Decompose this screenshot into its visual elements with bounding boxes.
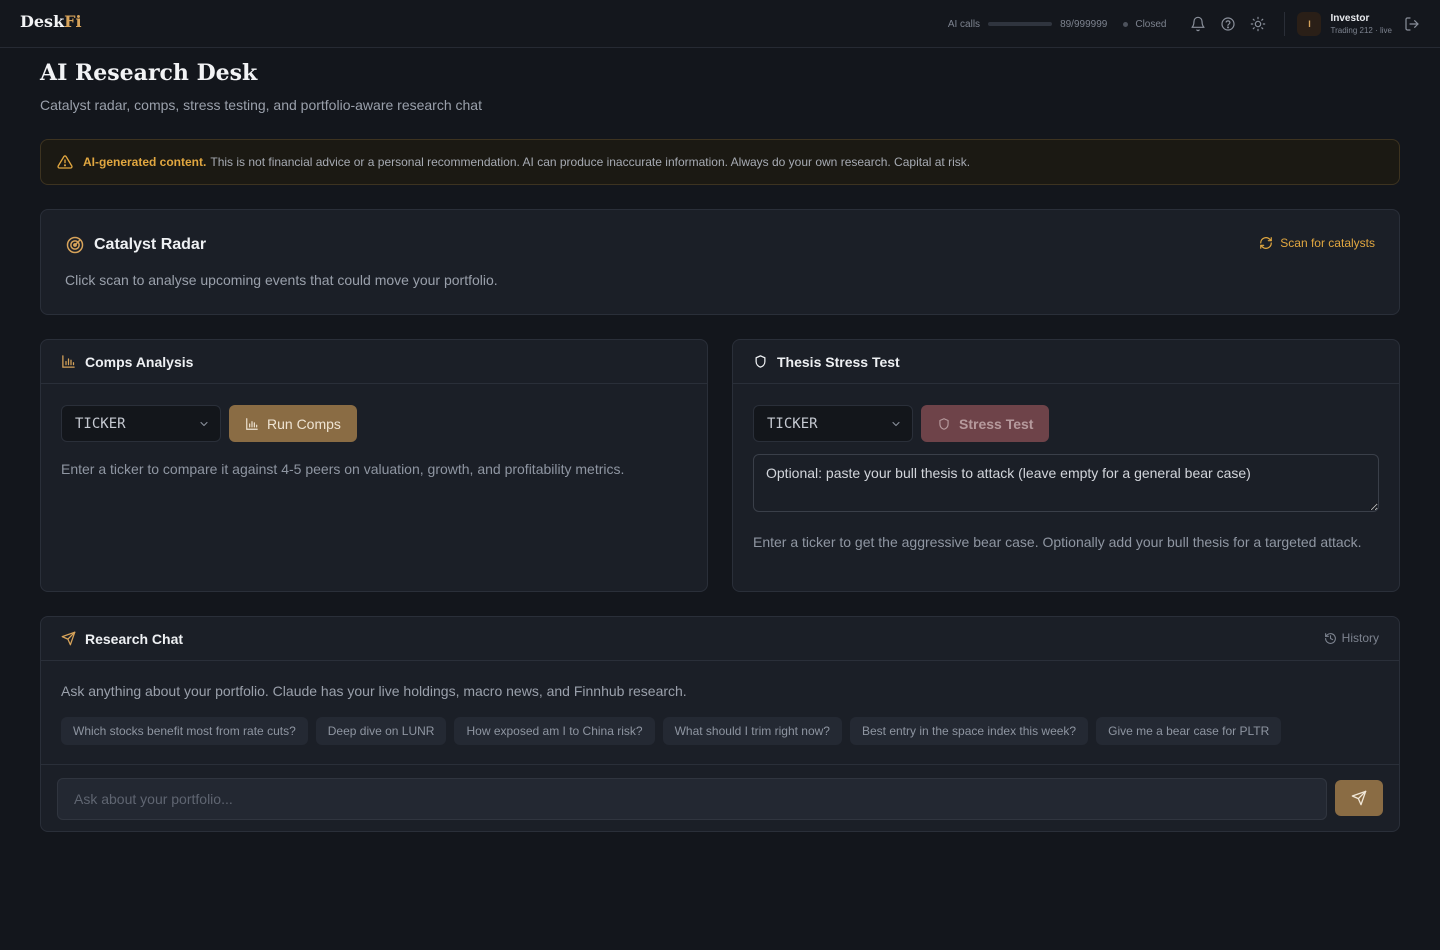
market-status-dot xyxy=(1123,21,1129,27)
comps-ticker-select[interactable]: TICKER xyxy=(61,405,221,442)
comps-analysis-card: Comps Analysis TICKER Run Comps Enter a … xyxy=(40,339,708,592)
stress-test-header: Thesis Stress Test xyxy=(733,340,1399,384)
catalyst-radar-title: Catalyst Radar xyxy=(94,236,207,253)
avatar[interactable]: I xyxy=(1297,12,1322,36)
suggestion-chip[interactable]: Best entry in the space index this week? xyxy=(849,717,1089,745)
stress-test-label: Stress Test xyxy=(959,415,1034,432)
suggestion-chip[interactable]: Give me a bear case for PLTR xyxy=(1096,717,1282,745)
bar-chart-icon xyxy=(62,355,75,368)
app-logo[interactable]: DeskFi xyxy=(20,12,82,31)
warning-icon xyxy=(57,154,73,170)
logout-icon[interactable] xyxy=(1404,16,1420,32)
scan-catalysts-label: Scan for catalysts xyxy=(1280,236,1375,250)
chevron-down-icon xyxy=(200,421,208,427)
history-label: History xyxy=(1341,631,1379,645)
run-comps-button[interactable]: Run Comps xyxy=(229,405,357,442)
comps-analysis-header: Comps Analysis xyxy=(41,340,707,384)
user-name: Investor xyxy=(1330,13,1370,24)
radar-icon xyxy=(66,236,84,254)
top-bar-right: AI calls 89/999999 Closed I Investor Tra… xyxy=(948,0,1420,48)
top-bar-divider xyxy=(1284,12,1286,36)
catalyst-radar-card: Catalyst Radar Scan for catalysts Click … xyxy=(40,209,1400,315)
chevron-down-icon xyxy=(892,421,900,427)
research-chat-card: Research Chat History Ask anything about… xyxy=(40,616,1400,832)
thesis-stress-test-card: Thesis Stress Test TICKER Stress Test En… xyxy=(732,339,1400,592)
send-icon xyxy=(1351,790,1367,806)
bell-icon[interactable] xyxy=(1190,16,1206,32)
comps-description: Enter a ticker to compare it against 4-5… xyxy=(61,461,625,477)
research-chat-intro: Ask anything about your portfolio. Claud… xyxy=(61,683,687,699)
suggestion-chips: Which stocks benefit most from rate cuts… xyxy=(61,717,1289,745)
ai-calls-meter: AI calls xyxy=(948,19,1060,30)
suggestion-chip[interactable]: How exposed am I to China risk? xyxy=(454,717,655,745)
chat-input[interactable] xyxy=(57,778,1327,820)
stress-test-description: Enter a ticker to get the aggressive bea… xyxy=(753,534,1362,550)
logo-accent-text: Fi xyxy=(64,12,82,31)
history-icon xyxy=(1324,632,1336,644)
scan-catalysts-button[interactable]: Scan for catalysts xyxy=(1259,236,1375,250)
send-icon xyxy=(61,631,76,646)
disclaimer-label: AI-generated content. xyxy=(83,155,207,169)
chat-divider xyxy=(41,764,1399,765)
bar-chart-icon xyxy=(246,417,258,430)
logo-text: Desk xyxy=(20,12,65,31)
comps-ticker-value: TICKER xyxy=(75,415,126,432)
stress-test-button[interactable]: Stress Test xyxy=(921,405,1050,442)
history-button[interactable]: History xyxy=(1324,631,1379,645)
user-info: Investor Trading 212 · live xyxy=(1330,13,1392,35)
research-chat-title: Research Chat xyxy=(85,630,184,647)
market-status: Closed xyxy=(1123,19,1166,30)
sun-icon[interactable] xyxy=(1250,16,1266,32)
run-comps-label: Run Comps xyxy=(267,415,341,432)
shield-icon xyxy=(755,355,766,368)
stress-test-title: Thesis Stress Test xyxy=(777,353,900,370)
ai-calls-count: 89/999999 xyxy=(1060,18,1108,30)
bull-thesis-textarea[interactable] xyxy=(753,454,1379,512)
refresh-icon xyxy=(1260,237,1273,249)
stress-ticker-value: TICKER xyxy=(767,415,818,432)
page-title: AI Research Desk xyxy=(40,60,258,86)
suggestion-chip[interactable]: Which stocks benefit most from rate cuts… xyxy=(61,717,308,745)
user-account-subtitle: Trading 212 · live xyxy=(1330,26,1392,35)
page-subtitle: Catalyst radar, comps, stress testing, a… xyxy=(40,97,482,113)
send-button[interactable] xyxy=(1335,780,1383,816)
ai-calls-label: AI calls xyxy=(947,18,981,30)
suggestion-chip[interactable]: What should I trim right now? xyxy=(662,717,842,745)
comps-analysis-title: Comps Analysis xyxy=(85,353,194,370)
help-icon[interactable] xyxy=(1220,16,1236,32)
suggestion-chip[interactable]: Deep dive on LUNR xyxy=(315,717,447,745)
catalyst-radar-description: Click scan to analyse upcoming events th… xyxy=(65,272,498,288)
ai-calls-progress-bar xyxy=(988,22,1053,26)
ai-disclaimer-banner: AI-generated content. This is not financ… xyxy=(40,139,1400,185)
research-chat-header: Research Chat xyxy=(41,617,1399,661)
catalyst-radar-heading: Catalyst Radar xyxy=(65,235,206,255)
stress-ticker-select[interactable]: TICKER xyxy=(753,405,913,442)
market-status-label: Closed xyxy=(1135,18,1167,30)
disclaimer-text: This is not financial advice or a person… xyxy=(210,155,971,169)
shield-icon xyxy=(939,417,949,430)
top-bar: DeskFi AI calls 89/999999 Closed I Inves… xyxy=(0,0,1440,48)
